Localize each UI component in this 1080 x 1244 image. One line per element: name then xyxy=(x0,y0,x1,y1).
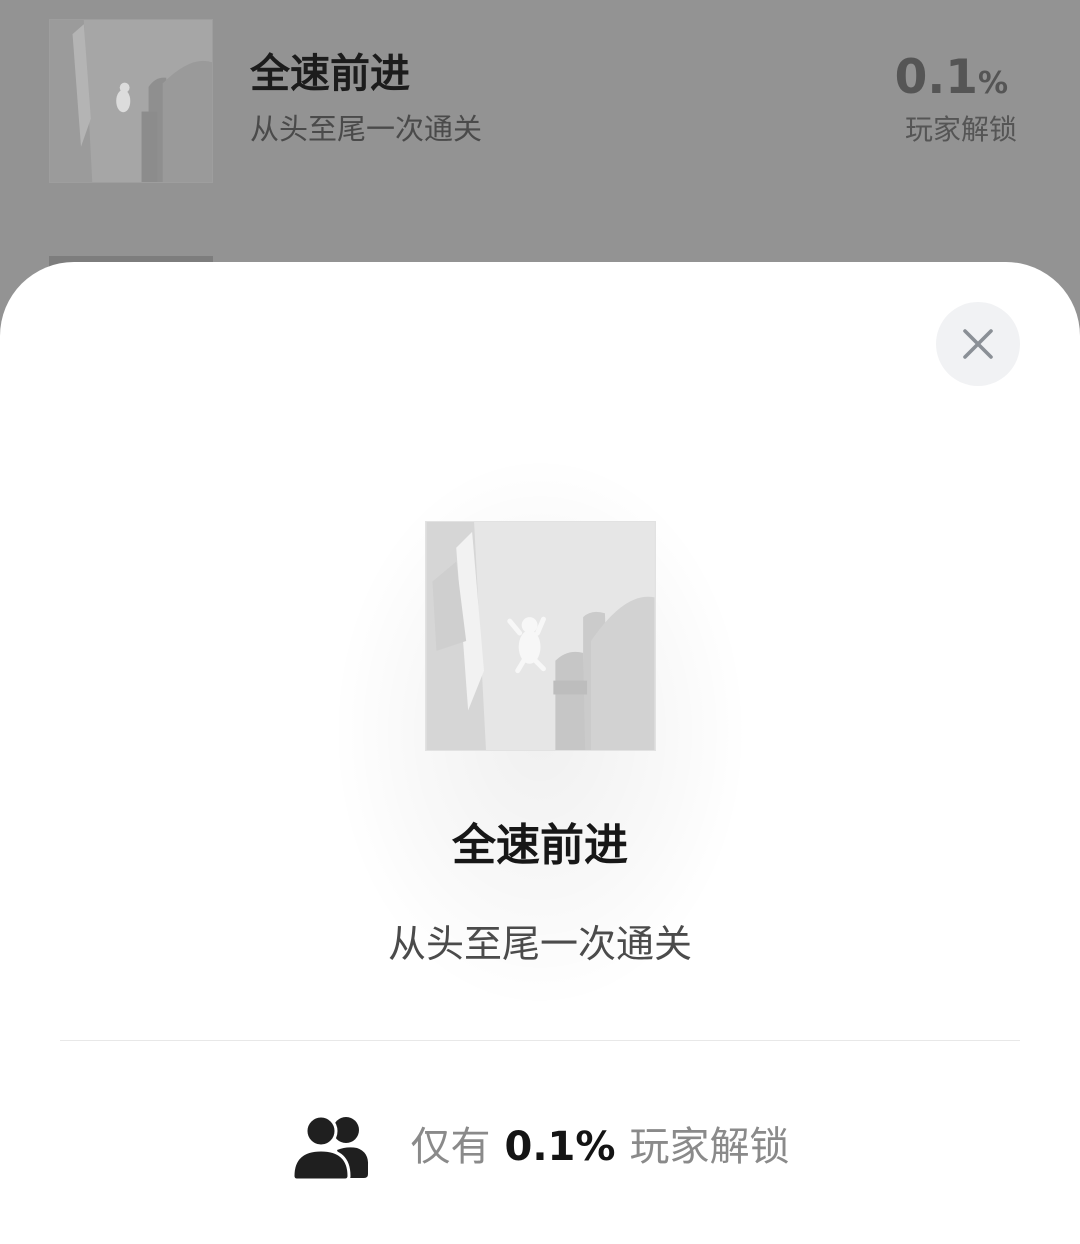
achievement-art xyxy=(50,20,212,182)
achievement-title: 全速前进 xyxy=(250,51,410,97)
unlock-stat-value: 0.1% xyxy=(504,1124,616,1170)
unlock-percent-label: 玩家解锁 xyxy=(904,113,1017,146)
close-icon xyxy=(963,329,993,359)
unlock-stat-suffix: 玩家解锁 xyxy=(629,1124,790,1170)
unlock-stat-text: 仅有 0.1% 玩家解锁 xyxy=(411,1121,790,1173)
achievement-thumbnail xyxy=(49,19,213,183)
unlock-percent: 0.1% xyxy=(895,52,1008,110)
achievement-list-item[interactable]: 全速前进 从头至尾一次通关 0.1% 玩家解锁 xyxy=(0,0,1080,210)
achievement-detail-sheet: 全速前进 从头至尾一次通关 仅有 0.1% 玩家解锁 xyxy=(0,262,1080,1244)
achievement-art xyxy=(426,522,655,750)
achievement-badge-image xyxy=(425,521,656,751)
achievement-description: 从头至尾一次通关 xyxy=(387,922,692,966)
unlock-percent-symbol: % xyxy=(977,66,1008,101)
users-icon xyxy=(291,1114,368,1180)
unlock-stat-prefix: 仅有 xyxy=(410,1124,491,1170)
close-button[interactable] xyxy=(936,302,1020,386)
unlock-percent-value: 0.1 xyxy=(894,50,978,105)
achievement-title: 全速前进 xyxy=(452,820,628,871)
achievement-subtitle: 从头至尾一次通关 xyxy=(250,112,483,146)
unlock-stat: 仅有 0.1% 玩家解锁 xyxy=(0,1112,1080,1182)
divider xyxy=(60,1040,1020,1041)
